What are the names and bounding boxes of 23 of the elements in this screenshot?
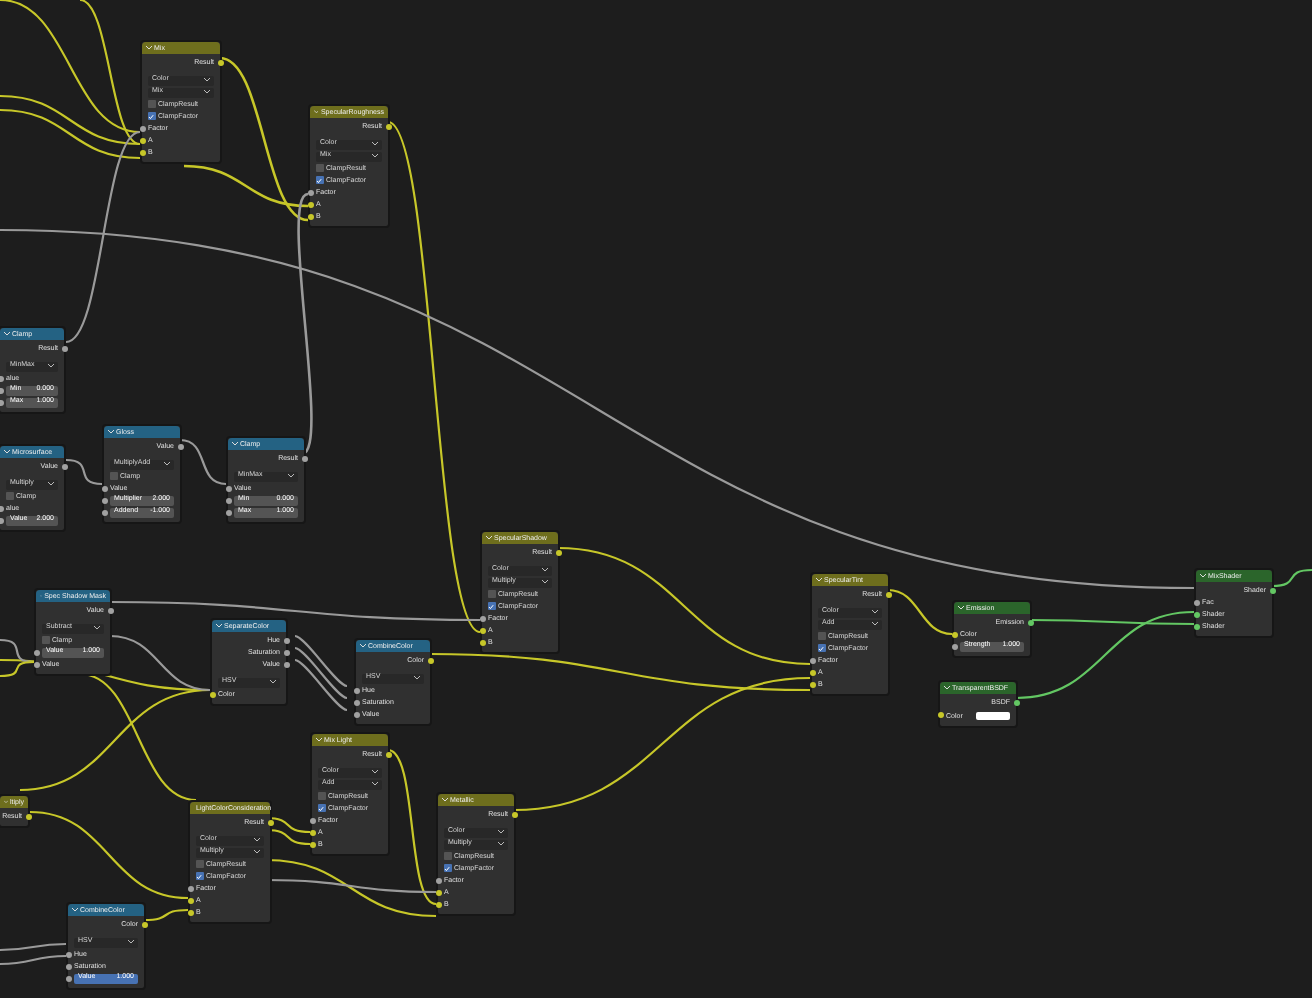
checkbox[interactable] <box>488 590 495 598</box>
checkbox[interactable] <box>444 852 451 860</box>
checkbox[interactable] <box>818 632 825 640</box>
checkbox[interactable] <box>316 176 323 184</box>
wire <box>1271 568 1312 588</box>
checkbox[interactable] <box>196 860 203 868</box>
wire <box>143 908 189 922</box>
checkbox[interactable] <box>318 792 325 800</box>
checkbox[interactable] <box>42 636 49 644</box>
color-swatch[interactable] <box>976 711 1010 719</box>
checkbox[interactable] <box>316 164 323 172</box>
checkbox[interactable] <box>444 864 451 872</box>
checkbox[interactable] <box>318 804 325 812</box>
wire <box>294 646 348 700</box>
checkbox[interactable] <box>818 644 825 652</box>
wire <box>294 634 348 688</box>
checkbox[interactable] <box>148 100 155 108</box>
wire <box>294 658 348 712</box>
checkbox[interactable] <box>6 492 13 500</box>
checkbox[interactable] <box>148 112 155 120</box>
checkbox[interactable] <box>196 872 203 880</box>
checkbox[interactable] <box>110 472 117 480</box>
checkbox[interactable] <box>488 602 495 610</box>
